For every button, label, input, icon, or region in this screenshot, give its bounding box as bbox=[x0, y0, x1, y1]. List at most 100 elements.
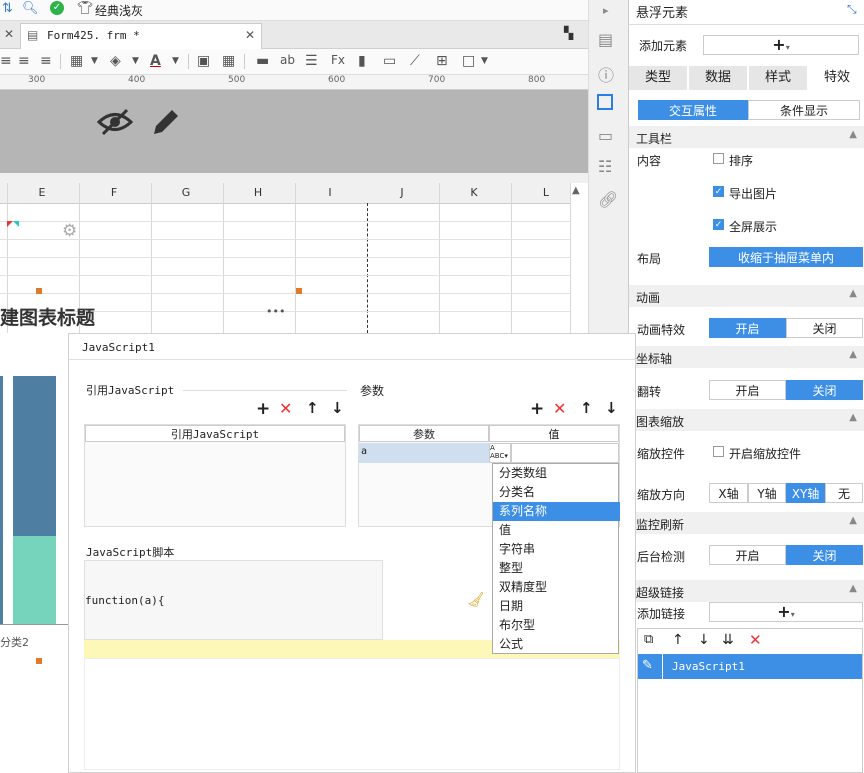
link-icon[interactable]: 🔗︎ bbox=[598, 190, 618, 209]
dropdown-option[interactable]: 分类数组 bbox=[493, 464, 620, 483]
tab-style[interactable]: 样式 bbox=[749, 66, 808, 90]
script-editor-lower[interactable] bbox=[84, 658, 620, 770]
section-toolbar[interactable]: 工具栏 ▲ bbox=[629, 126, 864, 148]
add-icon[interactable]: + bbox=[530, 399, 544, 419]
collapse-icon[interactable]: ⤡ bbox=[847, 2, 857, 17]
pencil-icon[interactable] bbox=[150, 106, 182, 138]
value-input[interactable] bbox=[511, 443, 619, 463]
condition-icon[interactable]: ☷ bbox=[598, 157, 612, 176]
resize-handle[interactable] bbox=[296, 288, 302, 294]
arrow-up-icon[interactable]: ↑ bbox=[672, 632, 684, 648]
delete-icon[interactable]: ✕ bbox=[553, 399, 566, 418]
export-image-checkbox[interactable]: ✓ bbox=[713, 186, 724, 197]
tab-type[interactable]: 类型 bbox=[629, 66, 688, 90]
fullscreen-checkbox[interactable]: ✓ bbox=[713, 219, 724, 230]
script-editor[interactable]: function(a){ bbox=[84, 560, 383, 640]
zoom-control-checkbox[interactable] bbox=[713, 446, 724, 457]
float-element-icon[interactable] bbox=[597, 94, 613, 110]
preview-icon[interactable]: 🔍︎ bbox=[22, 1, 39, 16]
column-header[interactable]: G bbox=[176, 186, 196, 199]
dropdown-menu-icon[interactable]: ▚ bbox=[564, 26, 573, 40]
column-header[interactable]: J bbox=[392, 186, 412, 199]
more-icon[interactable]: ••• bbox=[266, 305, 285, 318]
border-box-icon[interactable]: □ bbox=[462, 53, 475, 69]
delete-icon[interactable]: ✕ bbox=[279, 399, 292, 418]
dropdown-option[interactable]: 整型 bbox=[493, 559, 620, 578]
image-icon[interactable]: ▭ bbox=[383, 53, 396, 69]
subreport-icon[interactable]: ⊞ bbox=[436, 53, 448, 69]
cell-attr-icon[interactable]: ▤ bbox=[598, 30, 613, 49]
copy-icon[interactable]: ⧉ bbox=[644, 632, 653, 647]
align-right-icon[interactable]: ≡ bbox=[18, 53, 30, 69]
resize-handle[interactable] bbox=[36, 658, 42, 664]
arrow-down-icon[interactable]: ↓ bbox=[698, 632, 710, 648]
add-icon[interactable]: + bbox=[256, 399, 270, 419]
arrow-down-icon[interactable]: ↓ bbox=[605, 399, 618, 417]
dropdown-option[interactable]: 分类名 bbox=[493, 483, 620, 502]
close-icon[interactable]: ✕ bbox=[4, 27, 14, 41]
zoom-dir-xy[interactable]: XY轴 bbox=[786, 483, 825, 503]
link-item[interactable]: ✎ JavaScript1 bbox=[638, 654, 862, 679]
theme-label[interactable]: 经典浅灰 bbox=[95, 2, 143, 19]
dropdown-option[interactable]: 布尔型 bbox=[493, 616, 620, 635]
delete-icon[interactable]: ✕ bbox=[749, 631, 762, 649]
align-justify-icon[interactable]: ≡ bbox=[40, 53, 52, 69]
flip-off-button[interactable]: 关闭 bbox=[786, 380, 863, 400]
scroll-up-icon[interactable]: ▲ bbox=[572, 185, 580, 196]
resize-handle[interactable] bbox=[36, 288, 42, 294]
column-header[interactable]: L bbox=[536, 186, 556, 199]
widget-icon[interactable]: ▭ bbox=[598, 126, 613, 145]
dropdown-option[interactable]: 双精度型 bbox=[493, 578, 620, 597]
tab-form425[interactable]: ▤ Form425. frm * ✕ bbox=[20, 23, 262, 49]
sync-icon[interactable]: ⇅ bbox=[2, 1, 13, 16]
pencil-icon[interactable]: ✎ bbox=[642, 658, 653, 673]
chevron-down-icon[interactable]: ▼ bbox=[481, 56, 488, 66]
ref-js-table[interactable]: 引用JavaScript bbox=[84, 424, 346, 527]
column-header[interactable]: H bbox=[248, 186, 268, 199]
chevron-down-icon[interactable]: ▼ bbox=[132, 56, 139, 66]
section-zoom[interactable]: 图表缩放 ▲ bbox=[629, 409, 864, 431]
border-icon[interactable]: ▦ bbox=[70, 53, 83, 69]
dropdown-option-selected[interactable]: 系列名称 bbox=[493, 502, 620, 521]
grid-icon[interactable]: ▦ bbox=[222, 53, 235, 69]
column-header[interactable]: F bbox=[104, 186, 124, 199]
section-hyperlink[interactable]: 超级链接 ▲ bbox=[629, 580, 864, 602]
column-header[interactable]: E bbox=[32, 186, 52, 199]
chart-title[interactable]: 建图表标题 bbox=[0, 303, 95, 330]
tab-data[interactable]: 数据 bbox=[689, 66, 748, 90]
column-header[interactable]: I bbox=[320, 186, 340, 199]
section-axis[interactable]: 坐标轴 ▲ bbox=[629, 346, 864, 368]
subtab-interaction[interactable]: 交互属性 bbox=[638, 100, 748, 120]
slash-cell-icon[interactable]: ⟋ bbox=[410, 53, 420, 69]
section-animation[interactable]: 动画 ▲ bbox=[629, 285, 864, 307]
zoom-dir-none[interactable]: 无 bbox=[825, 483, 863, 503]
arrow-up-icon[interactable]: ↑ bbox=[306, 399, 319, 417]
arrow-up-icon[interactable]: ↑ bbox=[580, 399, 593, 417]
formula-icon[interactable]: Fx bbox=[331, 53, 345, 67]
dropdown-option[interactable]: 日期 bbox=[493, 597, 620, 616]
add-link-button[interactable]: +▾ bbox=[709, 602, 863, 622]
chevron-down-icon[interactable]: ▼ bbox=[172, 56, 179, 66]
section-monitor[interactable]: 监控刷新 ▲ bbox=[629, 512, 864, 534]
insert-row-icon[interactable]: ▬ bbox=[256, 53, 269, 69]
layout-drawer-button[interactable]: 收缩于抽屉菜单内 bbox=[709, 247, 863, 267]
sort-checkbox[interactable] bbox=[713, 153, 724, 164]
text-cell-icon[interactable]: ab bbox=[280, 53, 295, 67]
eye-hidden-icon[interactable] bbox=[97, 107, 133, 137]
info-icon[interactable]: ⓘ bbox=[598, 62, 614, 86]
gear-icon[interactable]: ⚙ bbox=[62, 221, 77, 241]
subtab-condition[interactable]: 条件显示 bbox=[748, 100, 860, 120]
param-row[interactable]: a bbox=[359, 443, 489, 463]
chevron-down-icon[interactable]: ▼ bbox=[91, 56, 98, 66]
add-element-button[interactable]: +▾ bbox=[703, 35, 859, 55]
broom-icon[interactable]: 🧹︎ bbox=[467, 592, 485, 608]
sort-down-icon[interactable]: ⇊ bbox=[722, 632, 734, 648]
zoom-dir-y[interactable]: Y轴 bbox=[748, 483, 786, 503]
dropdown-option[interactable]: 字符串 bbox=[493, 540, 620, 559]
dropdown-option[interactable]: 值 bbox=[493, 521, 620, 540]
merge-cells-icon[interactable]: ▣ bbox=[197, 53, 210, 69]
expand-arrow-icon[interactable]: ▸ bbox=[603, 4, 609, 17]
flip-on-button[interactable]: 开启 bbox=[709, 380, 786, 400]
align-center-icon[interactable]: ≡ bbox=[0, 53, 12, 69]
fill-color-icon[interactable]: ◈ bbox=[110, 53, 121, 69]
